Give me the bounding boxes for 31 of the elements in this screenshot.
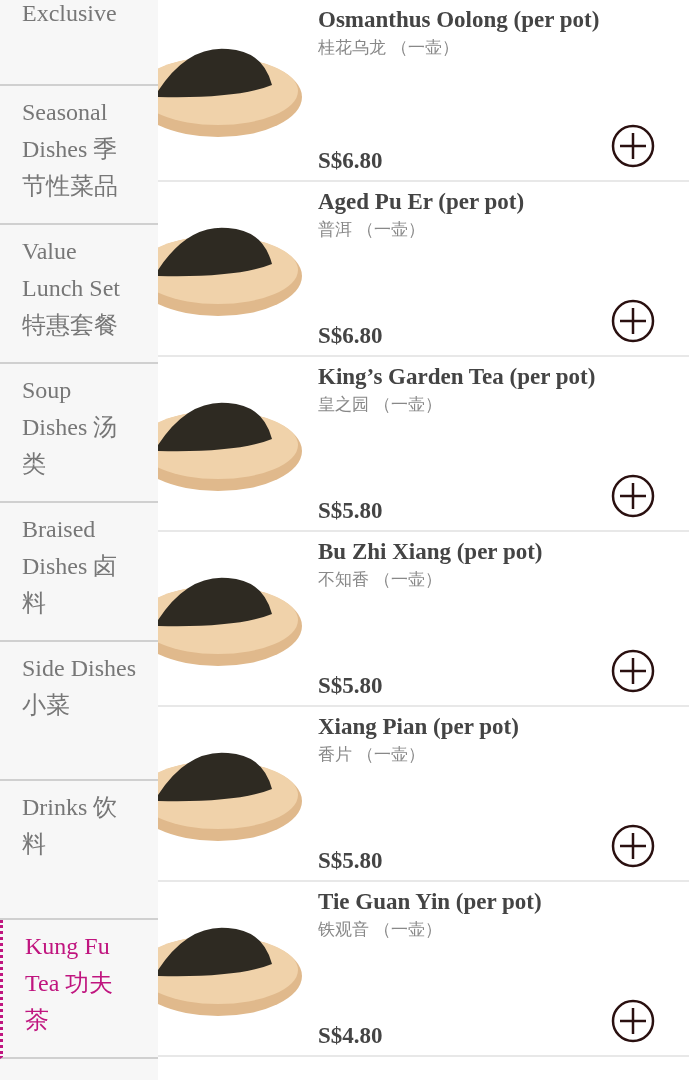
add-button[interactable] (611, 999, 655, 1043)
plus-circle-icon (611, 299, 655, 343)
add-button[interactable] (611, 474, 655, 518)
product-price: S$5.80 (318, 848, 383, 874)
product-name: Bu Zhi Xiang (per pot) (318, 538, 544, 566)
product-name-chinese: 不知香 （一壶） (318, 568, 444, 591)
product-price: S$6.80 (318, 323, 383, 349)
product-price: S$4.80 (318, 1023, 383, 1049)
product-name-chinese: 铁观音 （一壶） (318, 918, 444, 941)
plus-circle-icon (611, 824, 655, 868)
product-price: S$5.80 (318, 498, 383, 524)
product-price: S$6.80 (318, 148, 383, 174)
product-name-chinese: 桂花乌龙 （一壶） (318, 36, 461, 59)
plus-circle-icon (611, 474, 655, 518)
category-item[interactable]: Kung Fu Tea 功夫茶 (0, 920, 158, 1059)
plus-circle-icon (611, 649, 655, 693)
product-name-chinese: 普洱 （一壶） (318, 218, 427, 241)
plus-circle-icon (611, 124, 655, 168)
add-button[interactable] (611, 299, 655, 343)
product-price: S$5.80 (318, 673, 383, 699)
product-name: Osmanthus Oolong (per pot) (318, 6, 601, 34)
product-name: King’s Garden Tea (per pot) (318, 363, 597, 391)
add-button[interactable] (611, 649, 655, 693)
product-name: Aged Pu Er (per pot) (318, 188, 526, 216)
add-button[interactable] (611, 124, 655, 168)
product-name-chinese: 皇之园 （一壶） (318, 393, 444, 416)
product-name: Xiang Pian (per pot) (318, 713, 520, 741)
add-button[interactable] (611, 824, 655, 868)
plus-circle-icon (611, 999, 655, 1043)
product-name-chinese: 香片 （一壶） (318, 743, 427, 766)
product-name: Tie Guan Yin (per pot) (318, 888, 543, 916)
